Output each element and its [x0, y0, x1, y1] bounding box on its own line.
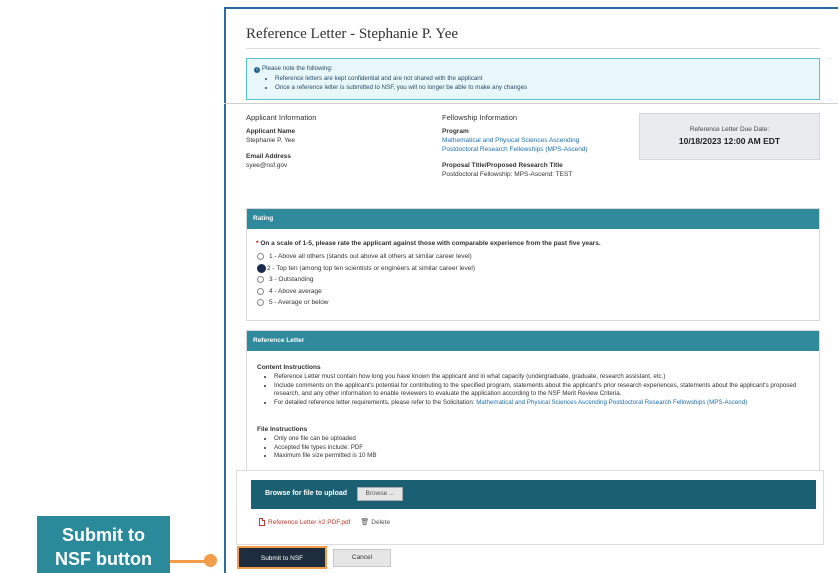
proposal-title-label: Proposal Title/Proposed Research Title	[442, 162, 563, 169]
rating-option-4[interactable]: 4 - Above average	[257, 288, 322, 295]
rating-option-label: 3 - Outstanding	[269, 276, 314, 283]
upload-bar: Browse for file to upload Browse ...	[251, 480, 816, 509]
program-link-line1[interactable]: Mathematical and Physical Sciences Ascen…	[442, 137, 579, 144]
rating-option-label: 2 - Top ten (among top ten scientists or…	[267, 265, 475, 272]
uploaded-file-row: Reference Letter #2 PDF.pdf 🗑 Delete	[259, 518, 390, 526]
applicant-name: Stephanie P. Yee	[246, 137, 296, 144]
trash-icon[interactable]: 🗑	[360, 518, 369, 526]
notice-list: Reference letters are kept confidential …	[275, 74, 527, 92]
rating-option-5[interactable]: 5 - Average or below	[257, 299, 329, 306]
list-item: Only one file can be uploaded	[274, 435, 819, 444]
radio-button[interactable]	[257, 253, 264, 260]
rating-question-text: On a scale of 1-5, please rate the appli…	[260, 240, 601, 247]
due-date-label: Reference Letter Due Date:	[689, 126, 770, 133]
page-title: Reference Letter - Stephanie P. Yee	[246, 26, 459, 42]
info-icon: i	[254, 67, 260, 73]
radio-button[interactable]	[257, 299, 264, 306]
list-item: For detailed reference letter requiremen…	[274, 399, 819, 408]
applicant-email: syee@nsf.gov	[246, 162, 288, 169]
list-item-text: For detailed reference letter requiremen…	[274, 398, 477, 406]
browse-button[interactable]: Browse ...	[357, 487, 403, 501]
delete-file-link[interactable]: Delete	[371, 519, 390, 526]
title-divider	[246, 48, 820, 49]
radio-button[interactable]	[257, 288, 264, 295]
section-divider	[224, 103, 838, 104]
applicant-name-label: Applicant Name	[246, 128, 296, 135]
due-date-box: Reference Letter Due Date: 10/18/2023 12…	[639, 113, 820, 160]
program-link-line2[interactable]: Postdoctoral Research Fellowships (MPS-A…	[442, 146, 588, 153]
proposal-title: Postdoctoral Fellowship: MPS-Ascend: TES…	[442, 171, 573, 178]
due-date-value: 10/18/2023 12:00 AM EDT	[678, 136, 781, 146]
callout-line1: Submit to	[62, 525, 145, 545]
email-label: Email Address	[246, 153, 291, 160]
rating-header: Rating	[247, 209, 819, 229]
file-instructions-title: File Instructions	[257, 426, 308, 433]
radio-button-selected[interactable]	[257, 264, 266, 273]
notice-heading-text: Please note the following:	[262, 65, 333, 72]
list-item: Reference Letter must contain how long y…	[274, 373, 819, 382]
submit-to-nsf-button[interactable]: Submit to NSF	[237, 546, 327, 569]
callout-line2: NSF button	[55, 549, 152, 569]
rating-question: * On a scale of 1-5, please rate the app…	[256, 240, 601, 247]
rating-option-3[interactable]: 3 - Outstanding	[257, 276, 313, 283]
content-instructions-title: Content Instructions	[257, 364, 321, 371]
rating-option-label: 1 - Above all others (stands out above a…	[269, 253, 472, 260]
radio-button[interactable]	[257, 276, 264, 283]
upload-label: Browse for file to upload	[265, 490, 348, 497]
rating-option-2[interactable]: 2 - Top ten (among top ten scientists or…	[257, 264, 475, 273]
content-instructions-list: Reference Letter must contain how long y…	[266, 373, 819, 407]
list-item: Maximum file size permitted is 10 MB	[274, 452, 819, 461]
pdf-file-icon	[259, 518, 265, 526]
solicitation-link[interactable]: Mathematical and Physical Sciences Ascen…	[476, 399, 747, 406]
required-mark: *	[256, 240, 259, 247]
notice-box: iPlease note the following: Reference le…	[246, 58, 820, 100]
rating-option-label: 4 - Above average	[269, 288, 322, 295]
fellowship-section-title: Fellowship Information	[442, 113, 518, 122]
program-label: Program	[442, 128, 469, 135]
cancel-button[interactable]: Cancel	[333, 549, 391, 567]
file-instructions-list: Only one file can be uploaded Accepted f…	[266, 435, 819, 461]
callout-dot	[204, 554, 217, 567]
notice-item: Reference letters are kept confidential …	[275, 74, 527, 83]
notice-heading: i Please note the following:	[254, 65, 333, 73]
rating-option-1[interactable]: 1 - Above all others (stands out above a…	[257, 253, 472, 260]
list-item: Accepted file types include: PDF	[274, 444, 819, 453]
rating-option-label: 5 - Average or below	[269, 299, 329, 306]
list-item: Include comments on the applicant's pote…	[274, 382, 819, 399]
reference-letter-header: Reference Letter	[247, 331, 819, 351]
notice-item: Once a reference letter is submitted to …	[275, 83, 527, 92]
uploaded-file-link[interactable]: Reference Letter #2 PDF.pdf	[268, 519, 350, 526]
applicant-section-title: Applicant Information	[246, 113, 317, 122]
submit-button-callout: Submit to NSF button	[37, 516, 170, 573]
